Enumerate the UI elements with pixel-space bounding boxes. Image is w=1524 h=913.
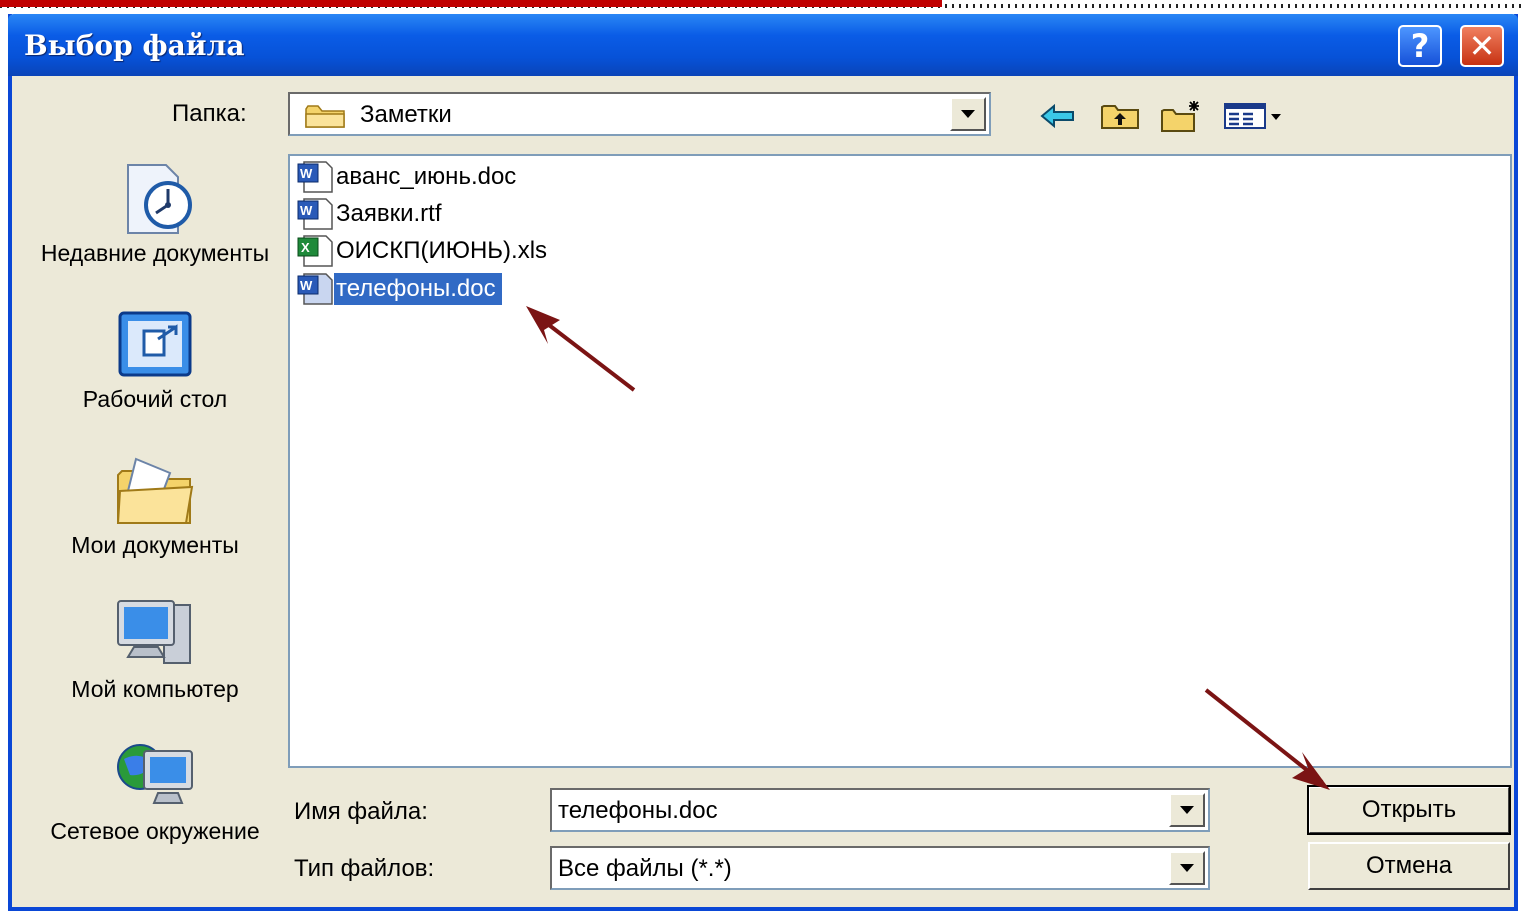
file-dialog: Выбор файла ? ✕ Папка: Заметки Недавние … (8, 14, 1518, 911)
chevron-down-icon (1180, 806, 1194, 814)
folder-icon (304, 103, 348, 134)
filetype-select[interactable]: Все файлы (*.*) (550, 846, 1210, 890)
place-label: Недавние документы (40, 240, 270, 266)
file-item[interactable]: W аванс_июнь.doc (296, 160, 522, 194)
filetype-label: Тип файлов: (294, 855, 435, 882)
folder-dropdown-button[interactable] (950, 97, 986, 131)
place-label: Сетевое окружение (50, 818, 260, 844)
place-network[interactable]: Сетевое окружение (40, 737, 270, 846)
help-button[interactable]: ? (1398, 25, 1442, 67)
dialog-title: Выбор файла (24, 29, 245, 62)
svg-text:X: X (301, 240, 310, 255)
back-arrow-icon (1040, 103, 1074, 129)
svg-text:W: W (300, 166, 313, 181)
red-accent-bar (0, 0, 942, 7)
filename-input[interactable]: телефоны.doc (550, 788, 1210, 832)
folder-select[interactable]: Заметки (288, 92, 991, 136)
folder-up-icon (1101, 105, 1139, 129)
close-button[interactable]: ✕ (1460, 25, 1504, 67)
place-label: Мои документы (71, 532, 239, 558)
recent-documents-icon (110, 159, 200, 239)
word-document-icon: W (297, 273, 333, 305)
file-name: телефоны.doc (333, 272, 503, 306)
view-list-icon (1224, 103, 1281, 129)
file-item[interactable]: W Заявки.rtf (296, 197, 448, 231)
file-name: аванс_июнь.doc (336, 163, 517, 190)
file-list[interactable]: W аванс_июнь.doc W Заявки.rtf X ОИСКП(ИЮ… (288, 154, 1512, 768)
file-item-selected[interactable]: W телефоны.doc (296, 272, 503, 306)
filename-dropdown-button[interactable] (1169, 793, 1205, 827)
file-name: Заявки.rtf (336, 200, 442, 227)
my-documents-icon (110, 451, 200, 531)
place-label: Рабочий стол (82, 386, 228, 412)
view-menu-button[interactable] (1222, 98, 1286, 134)
place-desktop[interactable]: Рабочий стол (40, 305, 270, 414)
place-label: Мой компьютер (71, 676, 239, 702)
excel-spreadsheet-icon: X (297, 235, 333, 267)
title-bar: Выбор файла ? ✕ (8, 14, 1518, 76)
folder-label: Папка: (172, 100, 247, 127)
current-folder: Заметки (360, 101, 452, 128)
filetype-dropdown-button[interactable] (1169, 851, 1205, 885)
svg-text:W: W (300, 203, 313, 218)
word-document-icon: W (297, 198, 333, 230)
desktop-icon (110, 305, 200, 385)
cancel-button[interactable]: Отмена (1308, 842, 1510, 890)
network-icon (110, 737, 200, 817)
new-folder-button[interactable] (1160, 98, 1204, 134)
place-my-computer[interactable]: Мой компьютер (40, 595, 270, 704)
open-button[interactable]: Открыть (1307, 785, 1511, 835)
slide-top-border (0, 0, 1524, 14)
filetype-value: Все файлы (*.*) (558, 855, 732, 882)
place-my-documents[interactable]: Мои документы (40, 451, 270, 560)
svg-text:W: W (300, 278, 313, 293)
back-button[interactable] (1036, 98, 1080, 134)
chevron-down-icon (1180, 864, 1194, 872)
filename-label: Имя файла: (294, 798, 428, 825)
file-name: ОИСКП(ИЮНЬ).xls (336, 237, 548, 264)
place-recent-documents[interactable]: Недавние документы (40, 159, 270, 268)
file-item[interactable]: X ОИСКП(ИЮНЬ).xls (296, 234, 553, 268)
new-folder-icon (1161, 101, 1199, 132)
chevron-down-icon (961, 110, 975, 118)
filename-value: телефоны.doc (558, 797, 718, 824)
word-document-icon: W (297, 161, 333, 193)
my-computer-icon (110, 595, 200, 675)
up-folder-button[interactable] (1098, 98, 1142, 134)
